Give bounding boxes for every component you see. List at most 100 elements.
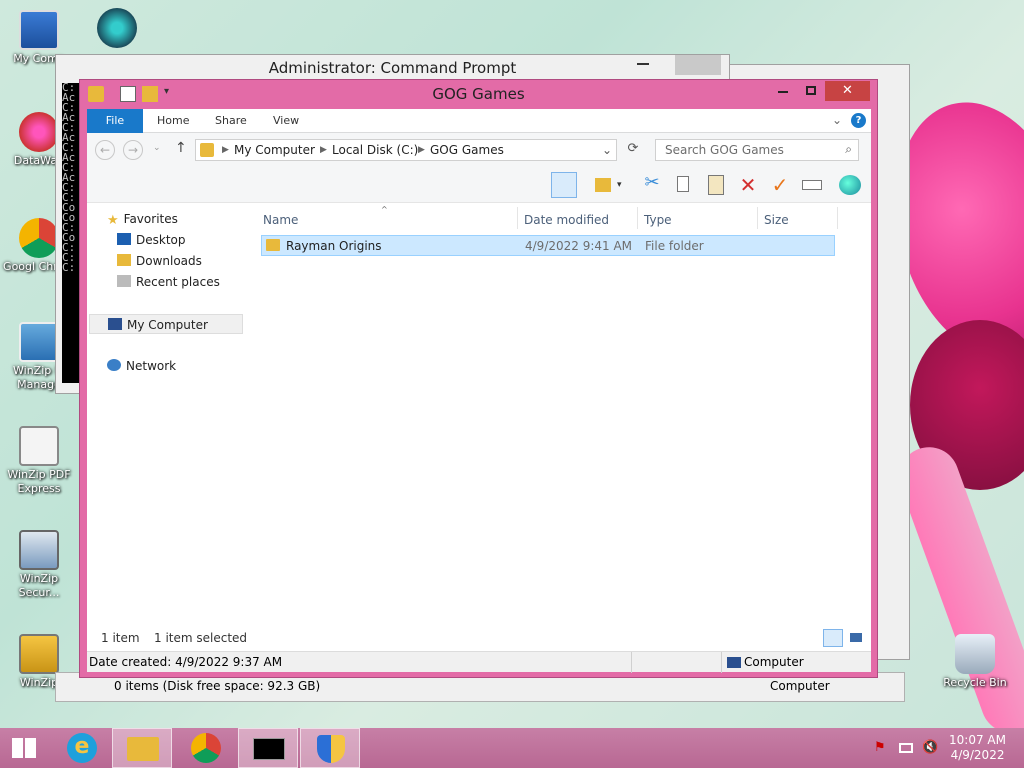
- close-button[interactable]: [675, 55, 721, 75]
- column-separator: [757, 207, 758, 229]
- clock-date: 4/9/2022: [950, 748, 1005, 762]
- back-button[interactable]: ←: [95, 140, 115, 160]
- network-icon: [107, 359, 121, 371]
- tab-view[interactable]: View: [259, 109, 313, 133]
- file-explorer-icon: [127, 737, 159, 761]
- column-date-modified[interactable]: Date modified: [524, 213, 609, 227]
- column-type[interactable]: Type: [644, 213, 672, 227]
- desktop-icon-winzip-secure[interactable]: WinZip Secur...: [0, 530, 78, 600]
- internet-explorer-icon: e: [67, 733, 97, 763]
- details-view-icon[interactable]: [823, 629, 843, 647]
- app-icon: [97, 8, 137, 48]
- maximize-button[interactable]: [800, 81, 822, 101]
- navigation-pane: ★ Favorites Desktop Downloads Recent plac…: [87, 203, 247, 623]
- volume-muted-icon[interactable]: 🔇: [922, 740, 938, 756]
- details-separator: [721, 652, 722, 673]
- chevron-right-icon: ▶: [320, 145, 327, 155]
- chevron-right-icon: ▶: [222, 145, 229, 155]
- delete-icon[interactable]: ✕: [735, 172, 761, 198]
- window-title: GOG Games: [432, 85, 525, 103]
- address-bar-row: ← → ⌄ ↑ ▶ My Computer ▶ Local Disk (C:) …: [87, 133, 871, 167]
- desktop-icon-app[interactable]: [78, 8, 156, 50]
- chevron-down-icon[interactable]: ⌄: [602, 143, 612, 157]
- file-name: Rayman Origins: [286, 239, 382, 253]
- nav-network[interactable]: Network: [107, 356, 176, 376]
- location-text: Computer: [744, 655, 804, 669]
- wallpaper-petal-dark: [910, 320, 1024, 490]
- details-separator: [631, 652, 632, 673]
- search-icon[interactable]: ⌕: [845, 142, 852, 157]
- forward-button[interactable]: →: [123, 140, 143, 160]
- preview-pane-icon[interactable]: [551, 172, 577, 198]
- chevron-down-icon[interactable]: ⌄: [832, 113, 842, 127]
- file-date: 4/9/2022 9:41 AM: [525, 239, 633, 253]
- chevron-down-icon[interactable]: ▾: [617, 172, 629, 198]
- tab-share[interactable]: Share: [201, 109, 261, 133]
- refresh-icon[interactable]: ⟳: [623, 141, 643, 161]
- column-size[interactable]: Size: [764, 213, 789, 227]
- network-tray-icon[interactable]: [898, 740, 914, 756]
- breadcrumb-local-disk[interactable]: Local Disk (C:): [332, 143, 418, 157]
- taskbar-security-app[interactable]: [300, 728, 360, 768]
- tab-home[interactable]: Home: [143, 109, 203, 133]
- taskbar: e ⚑ 🔇 10:07 AM 4/9/2022: [0, 728, 1024, 768]
- clock-time: 10:07 AM: [949, 733, 1006, 747]
- nav-desktop[interactable]: Desktop: [117, 230, 186, 250]
- desktop-icon-recycle-bin[interactable]: Recycle Bin: [936, 634, 1014, 690]
- column-name[interactable]: Name: [263, 213, 298, 227]
- large-icons-view-icon[interactable]: [847, 629, 865, 647]
- up-arrow-icon[interactable]: ↑: [175, 140, 187, 156]
- wallpaper-stem: [890, 438, 1024, 742]
- checkmark-icon[interactable]: ✓: [767, 172, 793, 198]
- file-list: ^ Name Date modified Type Size Rayman Or…: [257, 203, 869, 623]
- chrome-icon: [191, 733, 221, 763]
- minimize-button[interactable]: [772, 81, 794, 101]
- search-input[interactable]: Search GOG Games ⌕: [655, 139, 859, 161]
- taskbar-internet-explorer[interactable]: e: [52, 728, 112, 768]
- minimize-icon[interactable]: [637, 63, 649, 65]
- nav-favorites[interactable]: ★ Favorites: [107, 209, 178, 229]
- address-input[interactable]: ▶ My Computer ▶ Local Disk (C:) ▶ GOG Ga…: [195, 139, 617, 161]
- nav-downloads[interactable]: Downloads: [117, 251, 202, 271]
- tab-file[interactable]: File: [87, 109, 143, 133]
- datawag-icon: [19, 112, 59, 152]
- table-row[interactable]: Rayman Origins 4/9/2022 9:41 AM File fol…: [261, 235, 835, 256]
- breadcrumb-my-computer[interactable]: My Computer: [234, 143, 315, 157]
- status-bar: 1 item 1 item selected: [87, 625, 871, 651]
- winzip-icon: [19, 634, 59, 674]
- desktop-icon-winzip-pdf[interactable]: WinZip PDF Express: [0, 426, 78, 496]
- nav-my-computer[interactable]: My Computer: [89, 314, 243, 334]
- paste-icon[interactable]: [703, 172, 729, 198]
- rename-icon[interactable]: [799, 172, 825, 198]
- star-icon: ★: [107, 213, 119, 228]
- title-bar[interactable]: ▾ GOG Games ✕: [80, 80, 877, 108]
- disk-free-text: 0 items (Disk free space: 92.3 GB): [114, 679, 321, 693]
- taskbar-chrome[interactable]: [176, 728, 236, 768]
- taskbar-command-prompt[interactable]: [238, 728, 298, 768]
- taskbar-file-explorer[interactable]: [112, 728, 172, 768]
- action-center-flag-icon[interactable]: ⚑: [874, 740, 890, 756]
- command-prompt-title: Administrator: Command Prompt: [268, 59, 517, 77]
- copy-icon[interactable]: [671, 172, 697, 198]
- recycle-bin-icon: [955, 634, 995, 674]
- breadcrumb-gog-games[interactable]: GOG Games: [430, 143, 504, 157]
- start-button[interactable]: [0, 728, 48, 768]
- properties-icon[interactable]: [837, 172, 863, 198]
- system-clock[interactable]: 10:07 AM 4/9/2022: [949, 733, 1006, 763]
- close-button[interactable]: ✕: [825, 81, 870, 101]
- nav-recent-places[interactable]: Recent places: [117, 272, 220, 292]
- column-separator: [837, 207, 838, 229]
- computer-icon: [108, 318, 122, 330]
- cut-icon[interactable]: ✂: [639, 172, 665, 198]
- move-to-icon[interactable]: [591, 172, 617, 198]
- chrome-icon: [19, 218, 59, 258]
- date-created: Date created: 4/9/2022 9:37 AM: [89, 655, 283, 669]
- command-prompt-icon: [253, 738, 285, 760]
- close-icon: ✕: [842, 83, 853, 98]
- explorer-body: File Home Share View ⌄ ? ← → ⌄ ↑ ▶ My Co…: [87, 109, 871, 673]
- recent-locations-icon[interactable]: ⌄: [153, 143, 161, 153]
- explorer-window[interactable]: ▾ GOG Games ✕ File Home Share View ⌄ ? ←…: [79, 79, 878, 678]
- selection-count: 1 item selected: [154, 631, 248, 645]
- help-icon[interactable]: ?: [851, 113, 866, 128]
- command-toolbar: ▾ ✂ ✕ ✓: [87, 167, 871, 203]
